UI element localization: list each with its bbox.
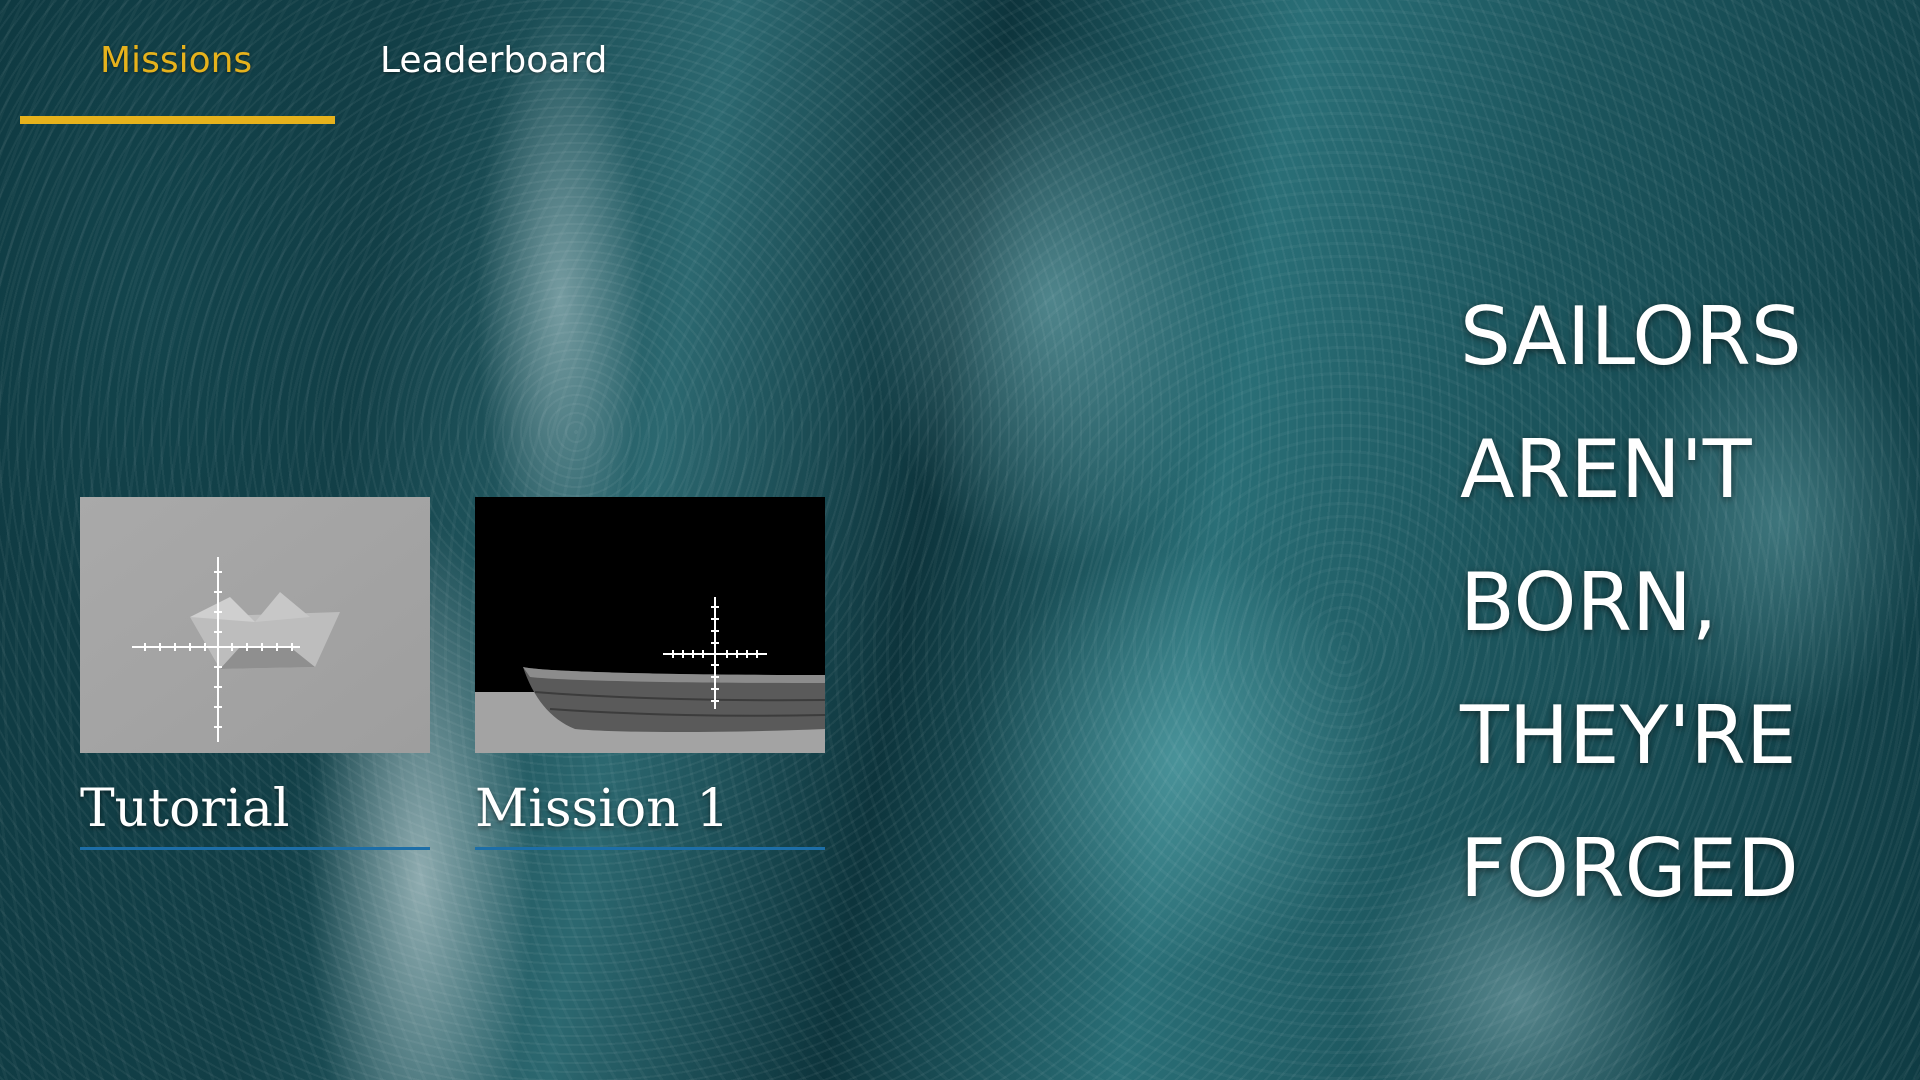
motto-line: THEY'RE	[1460, 689, 1797, 782]
mission-card-tutorial[interactable]: Tutorial	[80, 497, 430, 850]
motto-line: AREN'T	[1460, 423, 1752, 516]
mission-1-thumbnail	[475, 497, 825, 753]
tab-missions[interactable]: Missions	[100, 40, 252, 81]
mission-card-mission-1[interactable]: Mission 1	[475, 497, 825, 850]
tutorial-thumbnail	[80, 497, 430, 753]
menu-screen: Missions Leaderboard Tutorial Mission 1 …	[0, 0, 1920, 1080]
mission-title-tutorial: Tutorial	[80, 779, 430, 850]
motto-line: BORN,	[1460, 556, 1718, 649]
mission-title-mission-1: Mission 1	[475, 779, 825, 850]
wooden-boat-icon	[523, 667, 825, 732]
motto-line: FORGED	[1460, 822, 1799, 915]
tab-leaderboard[interactable]: Leaderboard	[380, 40, 607, 81]
motto-text: SAILORS AREN'T BORN, THEY'RE FORGED	[1460, 270, 1900, 935]
active-tab-indicator	[20, 116, 335, 124]
motto-line: SAILORS	[1460, 290, 1802, 383]
